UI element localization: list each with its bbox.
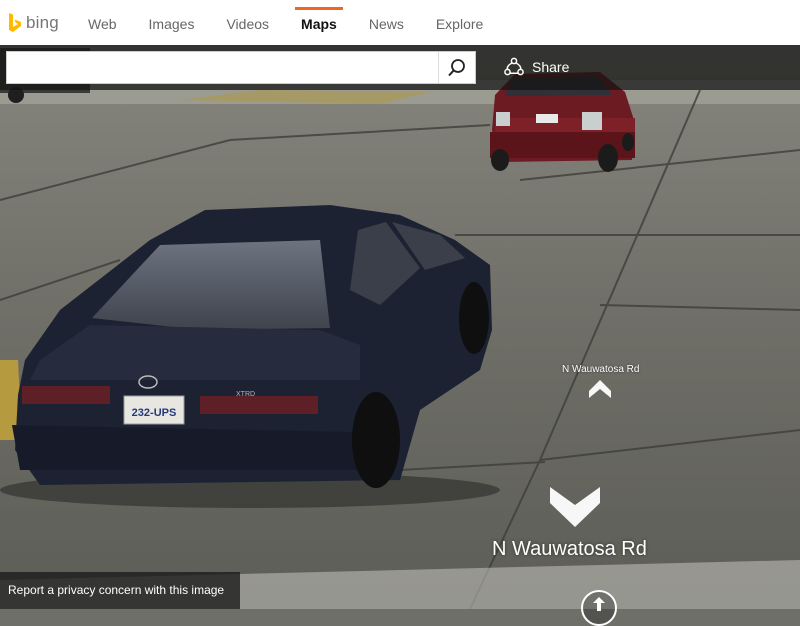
svg-text:XTRD: XTRD xyxy=(236,391,255,398)
share-icon xyxy=(504,57,524,76)
top-navigation: bing Web Images Videos Maps News Explore xyxy=(0,0,800,45)
tab-videos[interactable]: Videos xyxy=(210,0,285,45)
navigate-forward-arrow-icon[interactable] xyxy=(589,380,611,398)
search-box xyxy=(6,51,476,84)
streetside-image[interactable]: 232-UPS XTRD xyxy=(0,0,800,609)
tab-maps[interactable]: Maps xyxy=(285,0,353,45)
bing-logo-text: bing xyxy=(26,13,59,32)
navigate-back-arrow-icon[interactable] xyxy=(550,487,600,529)
compass-button[interactable] xyxy=(581,590,617,626)
map-toolbar: Share xyxy=(0,45,800,90)
bing-logo[interactable]: bing xyxy=(8,11,59,35)
search-input[interactable] xyxy=(7,52,439,83)
up-arrow-icon xyxy=(593,597,605,611)
privacy-report-link[interactable]: Report a privacy concern with this image xyxy=(0,572,240,609)
share-button[interactable]: Share xyxy=(504,57,569,77)
license-plate-text: 232-UPS xyxy=(132,407,177,419)
nav-tabs: Web Images Videos Maps News Explore xyxy=(72,0,499,45)
tab-news[interactable]: News xyxy=(353,0,420,45)
road-label-behind: N Wauwatosa Rd xyxy=(492,538,647,560)
tab-explore[interactable]: Explore xyxy=(420,0,499,45)
search-icon xyxy=(448,58,465,76)
tab-web[interactable]: Web xyxy=(72,0,133,45)
road-label-ahead: N Wauwatosa Rd xyxy=(562,364,640,375)
share-label: Share xyxy=(532,59,570,75)
search-button[interactable] xyxy=(438,52,475,83)
tab-images[interactable]: Images xyxy=(133,0,211,45)
bing-logo-icon xyxy=(9,13,21,32)
